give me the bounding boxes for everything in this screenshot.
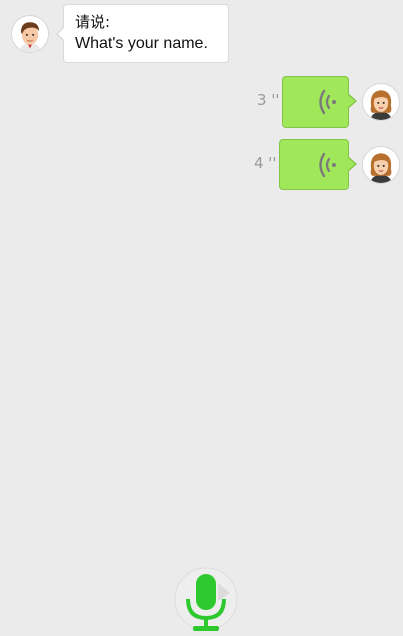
- sound-wave-icon: [319, 89, 336, 115]
- microphone-icon: [174, 567, 238, 631]
- female-avatar-icon: [363, 84, 399, 120]
- voice-message[interactable]: [282, 76, 357, 128]
- prompt-text: What's your name.: [75, 35, 208, 52]
- teacher-avatar: [11, 15, 49, 53]
- male-avatar-icon: [12, 16, 48, 52]
- learner-avatar: [362, 146, 400, 184]
- voice-duration: 4 '': [254, 154, 277, 172]
- prompt-bubble: 请说: What's your name.: [56, 4, 229, 63]
- sound-wave-icon: [319, 152, 336, 178]
- prompt-label: 请说:: [75, 13, 111, 31]
- record-button[interactable]: [174, 563, 238, 636]
- voice-message[interactable]: [279, 139, 357, 190]
- learner-avatar: [362, 83, 400, 121]
- voice-duration: 3 '': [257, 91, 280, 109]
- female-avatar-icon: [363, 147, 399, 183]
